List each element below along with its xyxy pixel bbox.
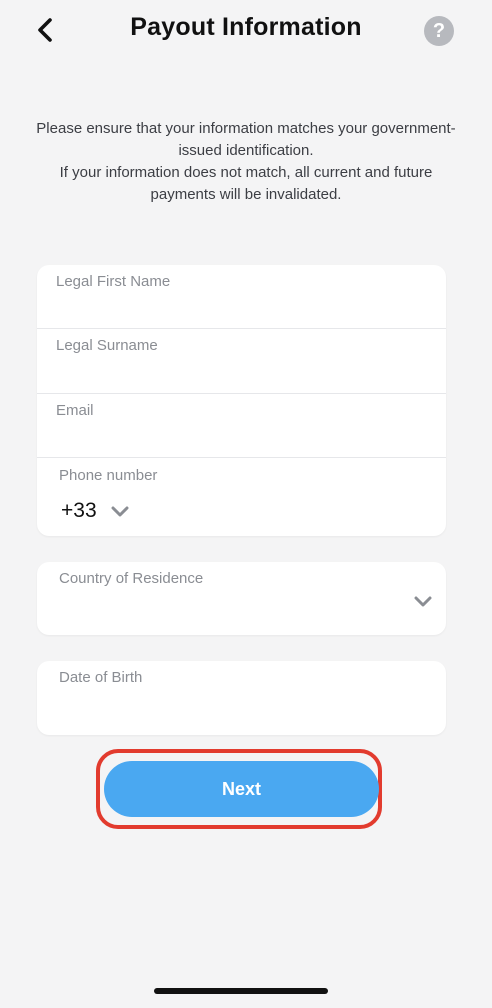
identity-card: Legal First Name Legal Surname Email Pho… bbox=[37, 265, 446, 536]
navigation-bar: Payout Information ? bbox=[0, 0, 492, 64]
help-button[interactable]: ? bbox=[424, 16, 454, 46]
chevron-down-icon bbox=[111, 506, 129, 516]
surname-field[interactable]: Legal Surname bbox=[37, 329, 446, 393]
phone-label: Phone number bbox=[59, 467, 158, 484]
next-button[interactable]: Next bbox=[104, 761, 379, 817]
help-icon: ? bbox=[432, 19, 446, 42]
intro-text: Please ensure that your information matc… bbox=[30, 118, 462, 206]
dob-label: Date of Birth bbox=[59, 669, 143, 686]
chevron-down-icon bbox=[414, 596, 432, 607]
country-of-residence-select[interactable]: Country of Residence bbox=[37, 562, 446, 635]
first-name-field[interactable]: Legal First Name bbox=[37, 265, 446, 328]
date-of-birth-field[interactable]: Date of Birth bbox=[37, 661, 446, 735]
surname-label: Legal Surname bbox=[56, 337, 158, 354]
country-code-value: +33 bbox=[61, 499, 97, 522]
home-indicator[interactable] bbox=[154, 988, 328, 994]
phone-field[interactable]: Phone number bbox=[37, 458, 446, 536]
intro-line-1: Please ensure that your information matc… bbox=[36, 120, 456, 159]
intro-line-2: If your information does not match, all … bbox=[59, 164, 433, 203]
page-title: Payout Information bbox=[130, 13, 362, 41]
first-name-label: Legal First Name bbox=[56, 273, 171, 290]
country-label: Country of Residence bbox=[59, 570, 204, 587]
email-label: Email bbox=[56, 402, 94, 419]
email-field[interactable]: Email bbox=[37, 394, 446, 457]
country-code-selector[interactable]: +33 bbox=[61, 499, 129, 523]
